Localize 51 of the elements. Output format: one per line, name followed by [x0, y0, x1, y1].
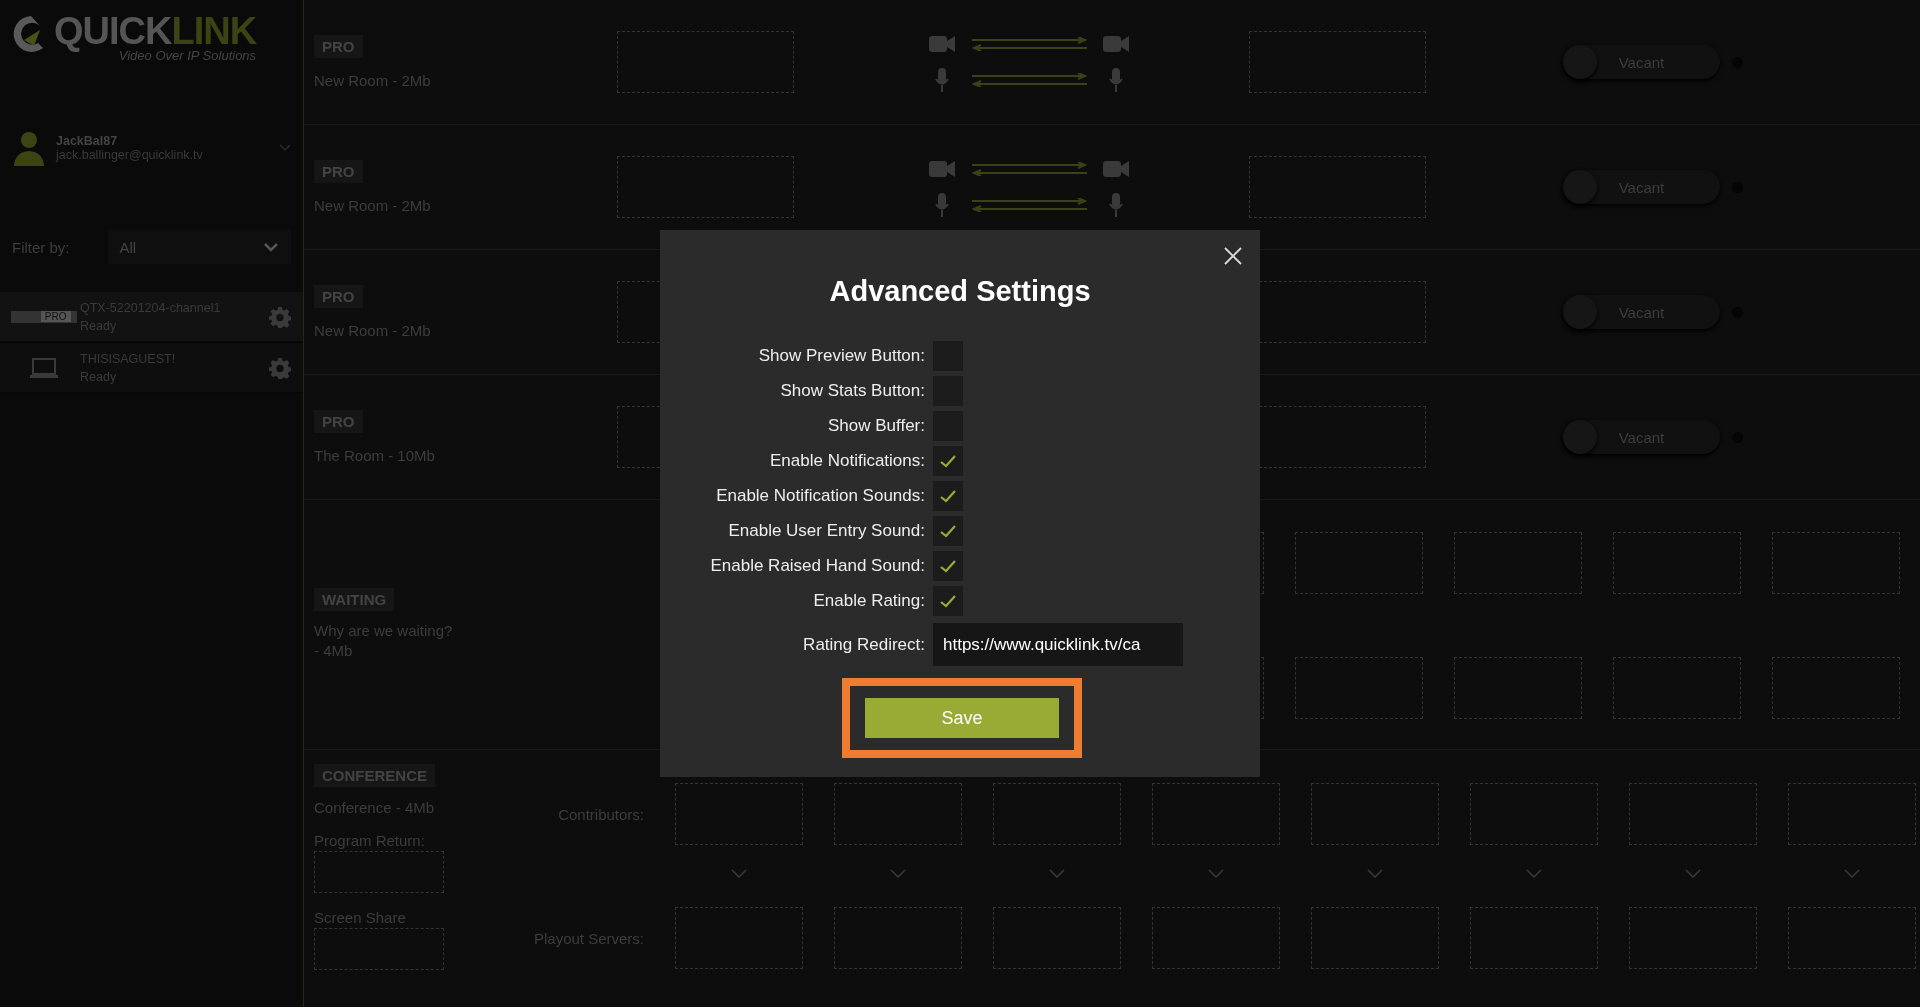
check-icon	[940, 489, 956, 503]
camera-icon	[1103, 35, 1129, 53]
rack-unit-icon: PRO	[10, 310, 77, 323]
chevron-icon	[263, 242, 279, 252]
setting-label: Rating Redirect:	[802, 634, 925, 655]
setting-label: Enable Notifications:	[769, 451, 925, 471]
dialog-title: Advanced Settings	[828, 274, 1092, 308]
chevron-icon[interactable]	[1208, 868, 1224, 878]
user-avatar-icon	[12, 129, 46, 166]
setting-label: Show Preview Button:	[757, 346, 925, 366]
checkbox[interactable]	[933, 551, 963, 581]
laptop-icon	[28, 356, 59, 379]
transfer-arrows-icon	[971, 198, 1087, 212]
chevron-icon[interactable]	[1049, 868, 1065, 878]
chevron-icon[interactable]	[1526, 868, 1542, 878]
user-name: JackBal87	[56, 133, 119, 148]
camera-icon	[1103, 160, 1129, 178]
check-icon	[940, 559, 956, 573]
check-icon	[940, 454, 956, 468]
chevron-icon[interactable]	[279, 143, 291, 152]
chevron-icon[interactable]	[1844, 868, 1860, 878]
save-button[interactable]: Save	[865, 698, 1059, 738]
checkbox[interactable]	[933, 586, 963, 616]
check-icon	[940, 594, 956, 608]
setting-label: Show Buffer:	[826, 416, 925, 436]
transfer-arrows-icon	[971, 73, 1087, 87]
setting-label: Enable User Entry Sound:	[727, 521, 925, 541]
chevron-icon[interactable]	[890, 868, 906, 878]
camera-icon	[929, 35, 955, 53]
checkbox[interactable]	[933, 481, 963, 511]
checkbox[interactable]	[933, 446, 963, 476]
microphone-icon	[1109, 68, 1123, 92]
microphone-icon	[935, 68, 949, 92]
checkbox[interactable]	[933, 516, 963, 546]
camera-icon	[929, 160, 955, 178]
chevron-icon[interactable]	[731, 868, 747, 878]
settings-icon[interactable]	[269, 356, 291, 379]
settings-icon[interactable]	[269, 305, 291, 328]
chevron-icon[interactable]	[1685, 868, 1701, 878]
transfer-arrows-icon	[971, 37, 1087, 51]
setting-label: Enable Rating:	[812, 591, 925, 611]
check-icon	[940, 524, 956, 538]
setting-label: Enable Raised Hand Sound:	[709, 556, 925, 576]
microphone-icon	[1109, 193, 1123, 217]
setting-label: Enable Notification Sounds:	[715, 486, 925, 506]
chevron-icon[interactable]	[1367, 868, 1383, 878]
close-icon[interactable]	[1224, 247, 1242, 265]
url-field[interactable]: https://www.quicklink.tv/ca	[933, 623, 1183, 666]
microphone-icon	[935, 193, 949, 217]
setting-label: Show Stats Button:	[779, 381, 925, 401]
transfer-arrows-icon	[971, 162, 1087, 176]
